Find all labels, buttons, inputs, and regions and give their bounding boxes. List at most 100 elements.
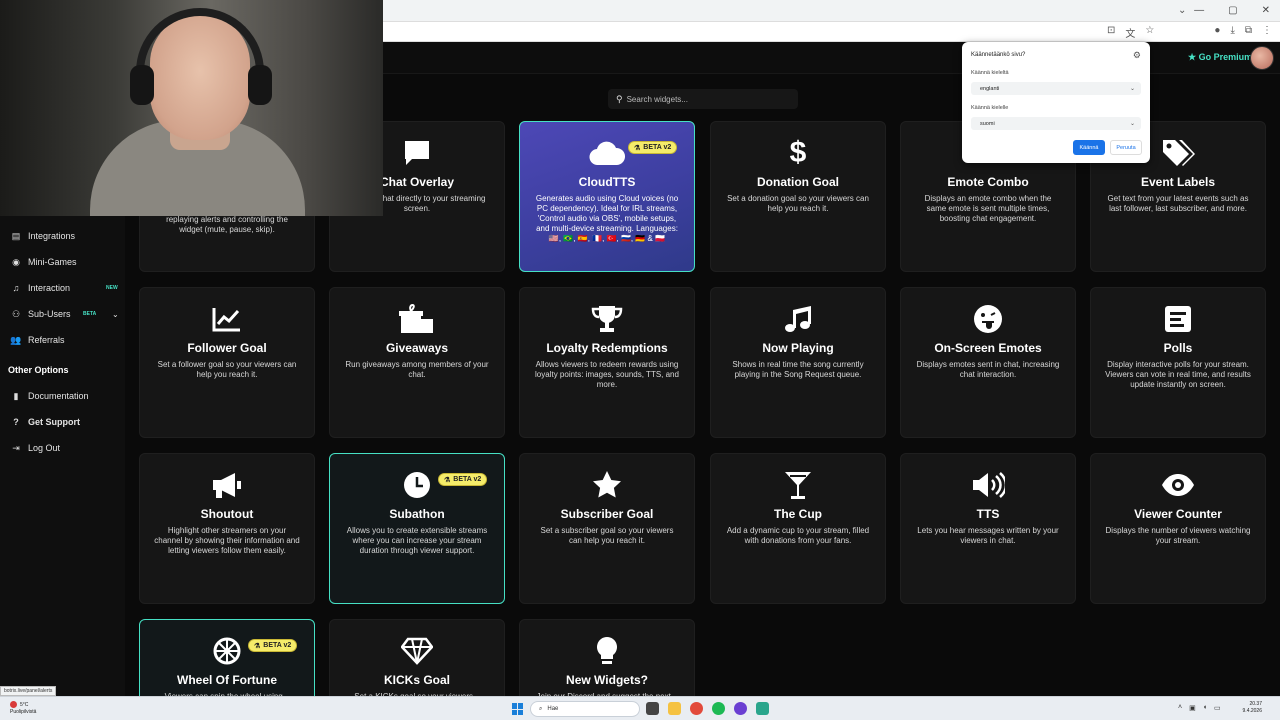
card-title: TTS xyxy=(976,507,1000,521)
app-icon[interactable] xyxy=(756,702,769,715)
search-icon: ⚲ xyxy=(616,93,623,104)
card-title: Subscriber Goal xyxy=(560,507,654,521)
card-title: Event Labels xyxy=(1140,175,1216,189)
browser-menu-icon[interactable]: ⋮ xyxy=(1262,25,1272,40)
star-icon xyxy=(520,468,694,502)
temperature: 5°C xyxy=(20,701,29,708)
clock[interactable]: 20.37 9.4.2026 xyxy=(1232,701,1262,715)
chart-line-icon xyxy=(140,302,314,336)
spotify-icon[interactable] xyxy=(712,702,725,715)
download-icon[interactable]: ⤓ xyxy=(1230,25,1234,40)
question-icon: ? xyxy=(13,417,19,427)
volume-icon[interactable]: ◖ xyxy=(1203,704,1207,712)
sidebar-item-get-support[interactable]: ? Get Support xyxy=(10,415,120,429)
go-premium-label: Go Premium xyxy=(1198,52,1253,62)
chevron-down-icon: ⌄ xyxy=(1129,121,1135,127)
file-explorer-icon[interactable] xyxy=(668,702,681,715)
beta-badge: BETA xyxy=(83,311,97,317)
music-note-icon xyxy=(711,302,885,336)
flask-icon: ⚗ xyxy=(254,642,261,650)
card-title: New Widgets? xyxy=(566,673,648,687)
card-description: Set a follower goal so your viewers can … xyxy=(157,360,297,379)
widget-card-follower-goal[interactable]: Follower Goal Set a follower goal so you… xyxy=(139,287,315,438)
sidebar-item-log-out[interactable]: ⇥ Log Out xyxy=(10,441,120,455)
card-title: Polls xyxy=(1163,341,1193,355)
beta-badge-label: BETA v2 xyxy=(453,476,482,483)
gift-icon xyxy=(330,302,504,336)
card-description: Displays the number of viewers watching … xyxy=(1105,526,1251,545)
battery-icon[interactable]: ▭ xyxy=(1214,704,1221,712)
eye-icon xyxy=(1091,468,1265,502)
widget-card-subathon[interactable]: ⚗ BETA v2 Subathon Allows you to create e… xyxy=(329,453,505,604)
widget-card-donation-goal[interactable]: $ Donation Goal Set a donation goal so y… xyxy=(710,121,886,272)
widget-card-now-playing[interactable]: Now Playing Shows in real time the song … xyxy=(710,287,886,438)
lightbulb-icon xyxy=(520,634,694,668)
chrome-icon[interactable] xyxy=(690,702,703,715)
book-icon: ▮ xyxy=(13,390,19,401)
chevron-up-icon[interactable]: ˄ xyxy=(1178,704,1182,712)
widget-card-tts[interactable]: TTS Lets you hear messages written by yo… xyxy=(900,453,1076,604)
windows-start-icon[interactable] xyxy=(512,703,524,715)
search-input[interactable]: ⚲ Search widgets... xyxy=(608,89,798,109)
network-icon[interactable]: ▣ xyxy=(1189,704,1196,712)
tab-list-chevron-icon[interactable]: ⌄ xyxy=(1178,5,1186,16)
card-title: Emote Combo xyxy=(947,175,1029,189)
chevron-down-icon: ⌄ xyxy=(1129,86,1135,92)
widget-card-giveaways[interactable]: Giveaways Run giveaways among members of… xyxy=(329,287,505,438)
speaker-icon xyxy=(901,468,1075,502)
bookmark-star-icon[interactable]: ☆ xyxy=(1145,25,1154,40)
extensions-icon[interactable]: ⧉ xyxy=(1245,25,1252,40)
dollar-icon: $ xyxy=(789,136,807,169)
translate-icon[interactable]: 文 xyxy=(1125,25,1135,40)
app-icon[interactable] xyxy=(734,702,747,715)
cancel-button[interactable]: Peruuta xyxy=(1110,140,1142,155)
sidebar-item-label: Integrations xyxy=(28,231,76,241)
install-app-icon[interactable]: ⊡ xyxy=(1107,25,1115,40)
widget-card-loyalty-redemptions[interactable]: Loyalty Redemptions Allows viewers to re… xyxy=(519,287,695,438)
gear-icon[interactable]: ⚙ xyxy=(1133,50,1141,61)
widget-card-viewer-counter[interactable]: Viewer Counter Displays the number of vi… xyxy=(1090,453,1266,604)
task-view-icon[interactable] xyxy=(646,702,659,715)
avatar[interactable] xyxy=(1250,46,1274,70)
sidebar-item-mini-games[interactable]: ◉ Mini-Games xyxy=(10,255,120,269)
close-icon[interactable]: ✕ xyxy=(1262,5,1270,16)
diamond-icon xyxy=(330,634,504,668)
sidebar-item-sub-users[interactable]: ⚇ Sub-Users BETA ⌄ xyxy=(10,307,120,321)
music-icon: ♫ xyxy=(12,283,20,293)
flask-icon: ⚗ xyxy=(444,476,451,484)
widget-card-on-screen-emotes[interactable]: On-Screen Emotes Displays emotes sent in… xyxy=(900,287,1076,438)
widget-card-the-cup[interactable]: The Cup Add a dynamic cup to your stream… xyxy=(710,453,886,604)
sidebar-item-interaction[interactable]: ♫ Interaction NEW xyxy=(10,281,120,295)
profile-icon[interactable]: ● xyxy=(1214,25,1220,40)
widget-card-shoutout[interactable]: Shoutout Highlight other streamers on yo… xyxy=(139,453,315,604)
sidebar-item-referrals[interactable]: 👥 Referrals xyxy=(10,333,120,347)
card-description: Set a donation goal so your viewers can … xyxy=(727,194,869,213)
sidebar-item-integrations[interactable]: ▤ Integrations xyxy=(10,229,120,243)
card-title: KICKs Goal xyxy=(383,673,450,687)
card-description: replaying alerts and controlling the wid… xyxy=(166,215,288,234)
weather-widget[interactable]: 5°C Puolipilvistä xyxy=(10,701,36,716)
search-icon: ⌕ xyxy=(539,705,543,712)
new-badge: NEW xyxy=(106,285,118,291)
sidebar-item-label: Get Support xyxy=(28,417,80,427)
taskbar-search[interactable]: ⌕ Hae xyxy=(530,701,640,717)
target-language-select[interactable]: suomi ⌄ xyxy=(971,117,1141,130)
sidebar-item-documentation[interactable]: ▮ Documentation xyxy=(10,389,120,403)
maximize-icon[interactable]: ▢ xyxy=(1228,5,1237,16)
card-title: Wheel Of Fortune xyxy=(177,673,277,687)
chevron-down-icon[interactable]: ⌄ xyxy=(112,310,119,319)
trophy-icon xyxy=(520,302,694,336)
source-language-select[interactable]: englanti ⌄ xyxy=(971,82,1141,95)
go-premium-link[interactable]: ★ Go Premium xyxy=(1188,52,1252,63)
card-description: Allows you to create extensible streams … xyxy=(346,526,488,555)
users-icon: ⚇ xyxy=(11,308,21,319)
card-description: Get text from your latest events such as… xyxy=(1107,194,1249,213)
card-description: Allows viewers to redeem rewards using l… xyxy=(535,360,679,389)
minimize-icon[interactable]: — xyxy=(1194,5,1204,16)
card-description: Highlight other streamers on your channe… xyxy=(154,526,300,555)
card-title: Loyalty Redemptions xyxy=(546,341,668,355)
widget-card-cloudtts[interactable]: ⚗ BETA v2 CloudTTS Generates audio using … xyxy=(519,121,695,272)
widget-card-polls[interactable]: Polls Display interactive polls for your… xyxy=(1090,287,1266,438)
translate-button[interactable]: Käännä xyxy=(1073,140,1105,155)
widget-card-subscriber-goal[interactable]: Subscriber Goal Set a subscriber goal so… xyxy=(519,453,695,604)
